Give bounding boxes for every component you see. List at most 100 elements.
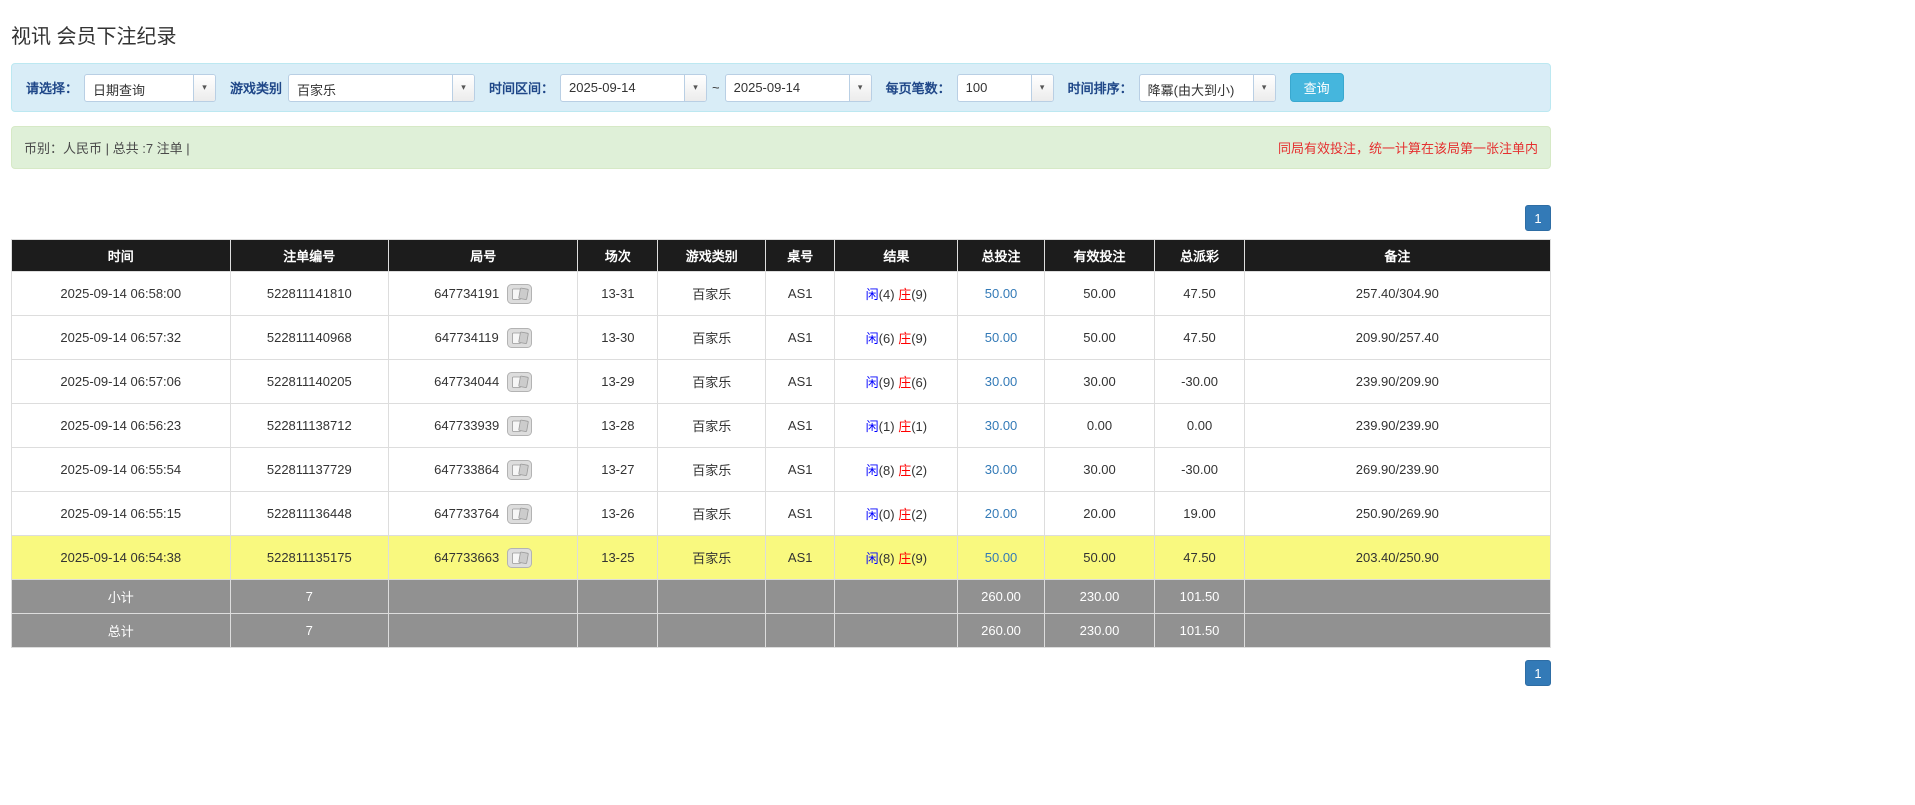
session-cell: 13-30 <box>577 315 659 360</box>
table-no-cell: AS1 <box>765 491 836 536</box>
result-banker-score: (2) <box>911 463 928 478</box>
date-range-label: 时间区间： <box>489 81 555 96</box>
table-no-cell: AS1 <box>765 315 836 360</box>
result-player-label: 闲 <box>865 419 879 434</box>
round-replay-icon[interactable] <box>507 503 533 524</box>
total-bet-link[interactable]: 50.00 <box>985 330 1018 345</box>
payout-cell: 47.50 <box>1154 271 1245 316</box>
bet-id-cell: 522811140205 <box>229 359 390 404</box>
chevron-down-icon[interactable]: ▾ <box>452 74 475 101</box>
remark-cell: 239.90/209.90 <box>1243 359 1552 404</box>
col-header-result: 结果 <box>834 239 959 272</box>
valid-bet-cell: 30.00 <box>1043 447 1156 492</box>
total-bet-link[interactable]: 50.00 <box>985 550 1018 565</box>
game-type-cell: 百家乐 <box>657 535 767 580</box>
chevron-down-icon[interactable]: ▾ <box>684 74 707 101</box>
total-bet-link[interactable]: 50.00 <box>985 286 1018 301</box>
result-banker-label: 庄 <box>898 287 912 302</box>
date-from-select[interactable]: 2025-09-14 ▾ <box>560 73 708 102</box>
round-replay-icon[interactable] <box>506 327 532 348</box>
table-body: 2025-09-14 06:58:00 522811141810 6477341… <box>11 271 1552 580</box>
round-replay-icon[interactable] <box>507 415 533 436</box>
query-type-select[interactable]: 日期查询 ▾ <box>84 73 217 102</box>
round-replay-icon[interactable] <box>507 283 533 304</box>
result-player-score: (9) <box>878 375 895 390</box>
payout-cell: 19.00 <box>1154 491 1245 536</box>
payout-cell: 47.50 <box>1154 535 1245 580</box>
table-row: 2025-09-14 06:55:54 522811137729 6477338… <box>11 447 1552 492</box>
col-header-table-no: 桌号 <box>765 239 836 272</box>
page: 视讯 会员下注纪录 请选择： 日期查询 ▾ 游戏类别 百家乐 ▾ 时间区间： 2… <box>11 0 1552 686</box>
game-type-select[interactable]: 百家乐 ▾ <box>288 73 476 102</box>
time-sort-select[interactable]: 降冪(由大到小) ▾ <box>1138 73 1276 102</box>
query-button[interactable]: 查询 <box>1289 73 1344 102</box>
summary-text: 币别：人民币 | 总共 :7 注单 | <box>24 141 190 156</box>
remark-cell: 239.90/239.90 <box>1243 403 1552 448</box>
result-banker-label: 庄 <box>898 507 912 522</box>
table-row: 2025-09-14 06:57:32 522811140968 6477341… <box>11 315 1552 360</box>
time-cell: 2025-09-14 06:55:54 <box>11 447 231 492</box>
pagination-bottom: 1 <box>11 660 1551 686</box>
time-cell: 2025-09-14 06:57:32 <box>11 315 231 360</box>
col-header-valid-bet: 有效投注 <box>1043 239 1156 272</box>
date-to-select[interactable]: 2025-09-14 ▾ <box>724 73 872 102</box>
remark-cell: 250.90/269.90 <box>1243 491 1552 536</box>
session-cell: 13-31 <box>577 271 659 316</box>
total-bet-link[interactable]: 30.00 <box>985 462 1018 477</box>
total-payout-cell: 101.50 <box>1154 613 1245 648</box>
col-header-game-type: 游戏类别 <box>657 239 767 272</box>
remark-cell: 203.40/250.90 <box>1243 535 1552 580</box>
total-bet-cell: 20.00 <box>957 491 1045 536</box>
table-no-cell: AS1 <box>765 359 836 404</box>
result-player-score: (4) <box>878 287 895 302</box>
bet-id-cell: 522811136448 <box>229 491 390 536</box>
round-cell: 647733864 <box>388 447 579 492</box>
total-bet-link[interactable]: 30.00 <box>985 374 1018 389</box>
result-cell: 闲(4) 庄(9) <box>834 271 959 316</box>
result-cell: 闲(9) 庄(6) <box>834 359 959 404</box>
game-type-label: 游戏类别 <box>230 81 283 96</box>
round-replay-icon[interactable] <box>507 459 533 480</box>
total-bet-link[interactable]: 20.00 <box>985 506 1018 521</box>
table-no-cell: AS1 <box>765 403 836 448</box>
round-id: 647734044 <box>434 374 500 389</box>
result-banker-score: (1) <box>911 419 928 434</box>
pagination-top: 1 <box>11 205 1551 231</box>
result-player-label: 闲 <box>865 551 879 566</box>
table-row: 2025-09-14 06:56:23 522811138712 6477339… <box>11 403 1552 448</box>
subtotal-count-cell: 7 <box>229 579 390 614</box>
round-cell: 647733939 <box>388 403 579 448</box>
subtotal-payout-cell: 101.50 <box>1154 579 1245 614</box>
remark-cell: 257.40/304.90 <box>1243 271 1552 316</box>
total-bet-cell: 50.00 <box>957 535 1045 580</box>
time-cell: 2025-09-14 06:54:38 <box>11 535 231 580</box>
page-size-select[interactable]: 100 ▾ <box>956 73 1054 102</box>
round-replay-icon[interactable] <box>507 547 533 568</box>
session-cell: 13-25 <box>577 535 659 580</box>
chevron-down-icon[interactable]: ▾ <box>1252 74 1275 101</box>
chevron-down-icon[interactable]: ▾ <box>848 74 871 101</box>
game-type-cell: 百家乐 <box>657 447 767 492</box>
page-button-1[interactable]: 1 <box>1525 660 1551 686</box>
result-banker-label: 庄 <box>898 419 912 434</box>
subtotal-valid-bet-cell: 230.00 <box>1043 579 1156 614</box>
total-bet-link[interactable]: 30.00 <box>985 418 1018 433</box>
round-id: 647733864 <box>434 462 500 477</box>
valid-bet-cell: 50.00 <box>1043 271 1156 316</box>
result-player-label: 闲 <box>865 463 879 478</box>
result-cell: 闲(1) 庄(1) <box>834 403 959 448</box>
round-replay-icon[interactable] <box>507 371 533 392</box>
table-row: 2025-09-14 06:57:06 522811140205 6477340… <box>11 359 1552 404</box>
game-type-cell: 百家乐 <box>657 359 767 404</box>
chevron-down-icon[interactable]: ▾ <box>1030 74 1053 101</box>
subtotal-total-bet-cell: 260.00 <box>957 579 1045 614</box>
total-bet-cell: 30.00 <box>957 403 1045 448</box>
query-type-value: 日期查询 <box>93 82 146 98</box>
date-range-separator: ~ <box>712 80 720 95</box>
time-cell: 2025-09-14 06:55:15 <box>11 491 231 536</box>
chevron-down-icon[interactable]: ▾ <box>193 74 216 101</box>
result-cell: 闲(0) 庄(2) <box>834 491 959 536</box>
valid-bet-cell: 30.00 <box>1043 359 1156 404</box>
result-cell: 闲(8) 庄(9) <box>834 535 959 580</box>
page-button-1[interactable]: 1 <box>1525 205 1551 231</box>
